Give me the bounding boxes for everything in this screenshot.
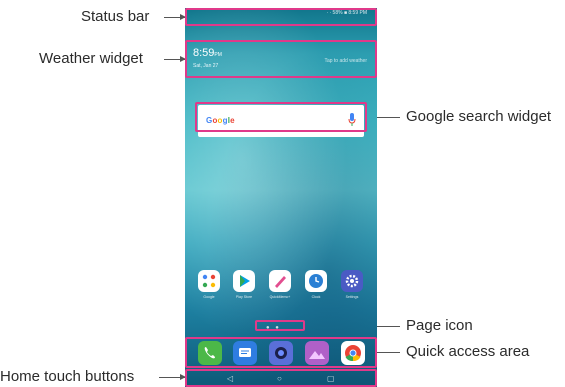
app-label-quickmemo: QuickMemo+: [269, 295, 291, 299]
weather-widget-leader: [164, 56, 186, 62]
page-icon-label: Page icon: [406, 317, 473, 334]
quick-access-area-label: Quick access area: [406, 343, 530, 360]
app-label-clock: Clock: [311, 295, 321, 299]
home-touch-buttons-highlight: [185, 369, 377, 387]
status-bar-highlight: [185, 8, 377, 26]
google-search-widget-highlight: [195, 102, 367, 132]
pen-icon[interactable]: [269, 270, 291, 292]
app-label-play-store: Play Store: [235, 295, 253, 299]
app-label-settings: Settings: [345, 295, 359, 299]
google-folder-icon[interactable]: [198, 270, 220, 292]
play-store-icon[interactable]: [233, 270, 255, 292]
status-bar-leader: [164, 14, 186, 20]
gear-icon[interactable]: [341, 270, 363, 292]
home-touch-buttons-leader: [159, 374, 186, 380]
weather-widget-highlight: [185, 40, 377, 78]
weather-widget-label: Weather widget: [39, 50, 143, 67]
quick-access-area-highlight: [185, 337, 377, 368]
app-label-google: Google: [203, 295, 215, 299]
google-search-widget-label: Google search widget: [406, 108, 552, 125]
page-icon-highlight: [255, 320, 305, 331]
status-bar-label: Status bar: [81, 8, 150, 25]
clock-icon[interactable]: [305, 270, 327, 292]
home-touch-buttons-label: Home touch buttons: [0, 368, 135, 385]
